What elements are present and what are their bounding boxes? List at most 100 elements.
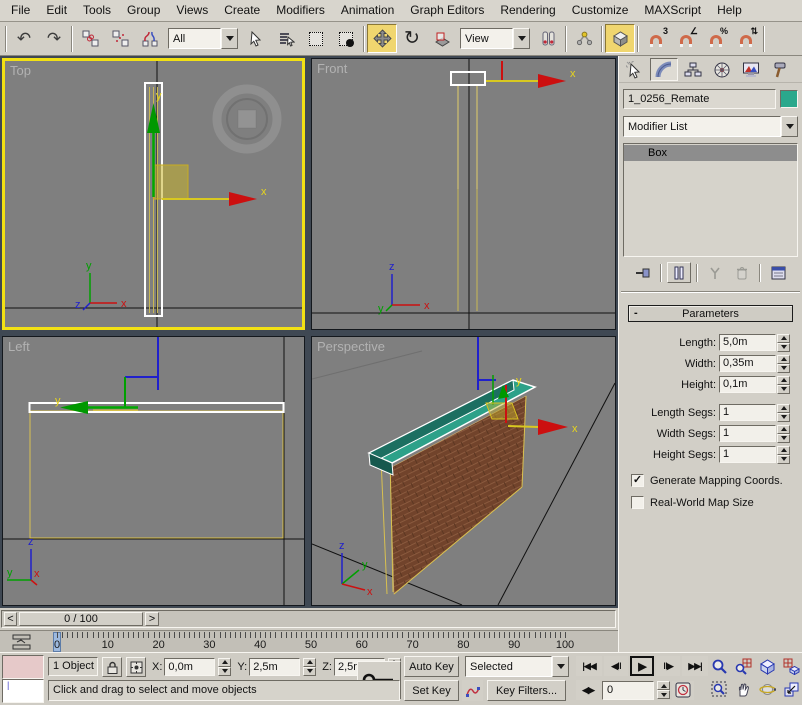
angle-snap-toggle[interactable]: ∠ (671, 24, 701, 53)
param-field[interactable]: 0,35m (719, 355, 776, 372)
configure-modifier-sets-button[interactable] (766, 262, 790, 283)
zoom-button[interactable] (708, 656, 730, 677)
menu-modifiers[interactable]: Modifiers (268, 0, 333, 21)
menu-animation[interactable]: Animation (333, 0, 402, 21)
track-bar[interactable]: 0102030405060708090100 (0, 630, 618, 652)
menu-edit[interactable]: Edit (38, 0, 75, 21)
zoom-all-button[interactable] (732, 656, 754, 677)
unchecked-checkbox[interactable] (631, 496, 644, 509)
previous-frame-arrow[interactable]: < (4, 612, 17, 626)
checked-checkbox[interactable]: ✓ (631, 474, 644, 487)
next-frame-arrow[interactable]: > (145, 612, 159, 626)
select-and-link-button[interactable] (75, 24, 105, 53)
selection-set-combo[interactable]: Selected (465, 656, 569, 677)
modifier-stack[interactable]: Box (623, 143, 798, 257)
menu-group[interactable]: Group (119, 0, 168, 21)
play-button[interactable]: ▶ (630, 656, 654, 676)
menu-rendering[interactable]: Rendering (492, 0, 563, 21)
pan-button[interactable] (732, 679, 754, 700)
window-crossing-toggle[interactable] (331, 24, 361, 53)
menu-help[interactable]: Help (709, 0, 750, 21)
param-spinner[interactable] (777, 446, 790, 464)
tab-display[interactable] (737, 58, 765, 81)
viewport-left[interactable]: Left y z y x (2, 336, 305, 606)
go-to-end-button[interactable]: ▶▶| (682, 656, 708, 676)
param-spinner[interactable] (777, 404, 790, 422)
key-mode-toggle[interactable]: ◀▶ (576, 680, 600, 700)
stack-item-box[interactable]: Box (624, 145, 797, 161)
frame-spinner[interactable] (657, 681, 670, 699)
arc-rotate-button[interactable] (756, 679, 778, 700)
modifier-list-dropdown[interactable] (781, 116, 798, 137)
time-slider-track[interactable]: < 0 / 100 > (1, 610, 616, 628)
make-unique-button[interactable] (703, 262, 727, 283)
undo-button[interactable]: ↶ (9, 24, 39, 53)
menu-maxscript[interactable]: MAXScript (636, 0, 709, 21)
modifier-list-combo[interactable]: Modifier List (623, 116, 798, 137)
viewport-top[interactable]: Top y x y x z (2, 58, 305, 330)
selection-filter-dropdown[interactable] (221, 28, 238, 49)
open-mini-curve-editor-button[interactable] (4, 633, 40, 651)
param-spinner[interactable] (777, 334, 790, 352)
reference-coordsys-dropdown[interactable] (513, 28, 530, 49)
selection-set-dropdown[interactable] (552, 656, 569, 677)
param-spinner[interactable] (777, 376, 790, 394)
param-spinner[interactable] (777, 355, 790, 373)
rectangular-selection-region-button[interactable] (301, 24, 331, 53)
key-filters-button[interactable]: Key Filters... (487, 680, 566, 701)
tab-create[interactable] (621, 58, 649, 81)
show-end-result-button[interactable] (667, 262, 691, 283)
tab-modify[interactable] (650, 58, 678, 81)
y-coord-spinner[interactable] (303, 658, 316, 676)
select-and-rotate-button[interactable]: ↻ (397, 24, 427, 53)
param-field[interactable]: 0,1m (719, 376, 776, 393)
time-configuration-button[interactable] (672, 681, 694, 700)
tab-utilities[interactable] (766, 58, 794, 81)
viewport-front[interactable]: Front x z x y (311, 58, 616, 330)
absolute-offset-mode-toggle[interactable] (126, 657, 146, 677)
keyboard-shortcut-override-toggle[interactable] (605, 24, 635, 53)
remove-modifier-button[interactable] (730, 262, 754, 283)
selection-filter-combo[interactable]: All (168, 28, 238, 49)
unlink-selection-button[interactable] (105, 24, 135, 53)
tab-motion[interactable] (708, 58, 736, 81)
time-slider-handle[interactable]: 0 / 100 (19, 612, 143, 626)
param-field[interactable]: 1 (719, 404, 776, 421)
menu-customize[interactable]: Customize (564, 0, 637, 21)
select-by-name-button[interactable] (271, 24, 301, 53)
pin-stack-button[interactable] (631, 262, 655, 283)
next-frame-button[interactable]: ‖▶ (656, 656, 680, 676)
snaps-toggle-button[interactable]: 3 (641, 24, 671, 53)
param-field[interactable]: 1 (719, 446, 776, 463)
object-color-swatch[interactable] (780, 90, 798, 108)
auto-key-button[interactable]: Auto Key (404, 656, 459, 677)
param-field[interactable]: 1 (719, 425, 776, 442)
go-to-start-button[interactable]: |◀◀ (576, 656, 602, 676)
tab-hierarchy[interactable] (679, 58, 707, 81)
previous-frame-button[interactable]: ◀‖ (604, 656, 628, 676)
maxscript-mini-listener[interactable]: | (2, 679, 44, 703)
menu-views[interactable]: Views (168, 0, 216, 21)
menu-create[interactable]: Create (216, 0, 268, 21)
trackbar-ruler[interactable]: 0102030405060708090100 (44, 631, 618, 653)
use-pivot-point-center-button[interactable] (533, 24, 563, 53)
select-object-button[interactable] (241, 24, 271, 53)
param-field[interactable]: 5,0m (719, 334, 776, 351)
menu-graph-editors[interactable]: Graph Editors (402, 0, 492, 21)
set-key-button[interactable]: Set Key (404, 680, 459, 701)
object-name-field[interactable]: 1_0256_Remate (623, 89, 776, 109)
menu-tools[interactable]: Tools (75, 0, 119, 21)
viewport-perspective[interactable]: Perspective (311, 336, 616, 606)
select-and-scale-button[interactable] (427, 24, 457, 53)
percent-snap-toggle[interactable]: % (701, 24, 731, 53)
region-zoom-button[interactable] (708, 679, 730, 700)
spinner-snap-toggle[interactable]: ⇅ (731, 24, 761, 53)
bind-to-space-warp-button[interactable] (135, 24, 165, 53)
redo-button[interactable]: ↷ (39, 24, 69, 53)
x-coord-spinner[interactable] (218, 658, 231, 676)
y-coord-field[interactable]: 2,5m (249, 658, 300, 676)
current-frame-field[interactable]: 0 (602, 681, 654, 700)
reference-coordsys-combo[interactable]: View (460, 28, 530, 49)
maxscript-mini-listener-macro[interactable] (2, 655, 44, 679)
select-and-move-button[interactable] (367, 24, 397, 53)
